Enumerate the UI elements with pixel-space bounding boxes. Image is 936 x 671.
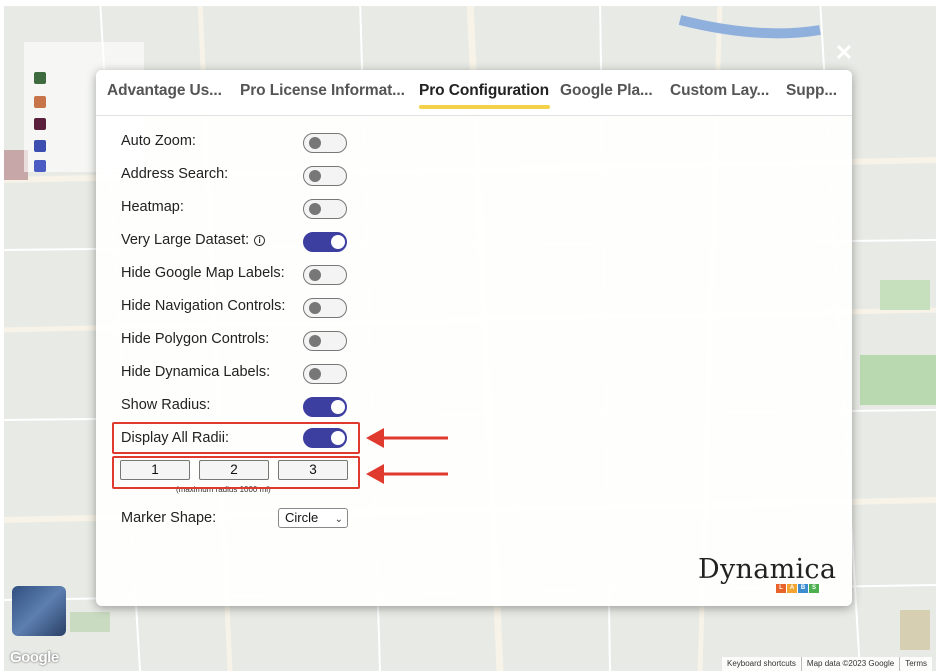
labs-letter: S <box>809 584 819 593</box>
arrow-icon <box>366 464 448 484</box>
tab-bar: Advantage Us... Pro License Informat... … <box>96 70 852 116</box>
map-attribution: Keyboard shortcuts Map data ©2023 Google… <box>721 657 932 671</box>
highlight-box <box>112 422 360 454</box>
tab-advantage-usage[interactable]: Advantage Us... <box>107 82 222 108</box>
toggle-knob <box>309 368 321 380</box>
labs-letter: A <box>787 584 797 593</box>
chevron-down-icon: ⌄ <box>334 514 343 525</box>
hide-navigation-controls-label: Hide Navigation Controls: <box>121 298 286 314</box>
tab-google-places[interactable]: Google Pla... <box>560 82 653 108</box>
very-large-dataset-toggle[interactable] <box>303 232 347 252</box>
labs-logo: L A B S <box>776 584 820 593</box>
dynamica-logo: Dynamica <box>698 554 837 585</box>
settings-modal: Advantage Us... Pro License Informat... … <box>96 70 852 606</box>
tab-pro-license-information[interactable]: Pro License Informat... <box>240 82 405 108</box>
tab-custom-layers[interactable]: Custom Lay... <box>670 82 769 108</box>
map-left-strip <box>0 0 4 671</box>
hide-dynamica-labels-label: Hide Dynamica Labels: <box>121 364 271 380</box>
keyboard-shortcuts-link[interactable]: Keyboard shortcuts <box>722 657 801 671</box>
toggle-knob <box>309 203 321 215</box>
hide-google-map-labels-toggle[interactable] <box>303 265 347 285</box>
legend-swatch <box>34 118 46 130</box>
marker-shape-label: Marker Shape: <box>121 510 217 526</box>
arrow-icon <box>366 428 448 448</box>
legend-swatch <box>34 140 46 152</box>
heatmap-label: Heatmap: <box>121 199 184 215</box>
toggle-knob <box>309 302 321 314</box>
toggle-knob <box>331 400 345 414</box>
address-search-label: Address Search: <box>121 166 229 182</box>
map-data-text: Map data ©2023 Google <box>800 657 899 671</box>
map-type-thumbnail[interactable] <box>12 586 66 636</box>
hide-polygon-controls-label: Hide Polygon Controls: <box>121 331 270 347</box>
legend-swatch <box>34 160 46 172</box>
close-icon[interactable]: ✕ <box>834 42 854 64</box>
hide-google-map-labels-label: Hide Google Map Labels: <box>121 265 285 281</box>
map-top-strip <box>0 0 936 6</box>
active-tab-indicator <box>419 105 550 109</box>
legend-swatch <box>34 72 46 84</box>
google-logo: Google <box>10 649 59 666</box>
labs-letter: B <box>798 584 808 593</box>
toggle-knob <box>331 235 345 249</box>
very-large-dataset-text: Very Large Dataset: <box>121 232 250 248</box>
show-radius-toggle[interactable] <box>303 397 347 417</box>
labs-letter: L <box>776 584 786 593</box>
toggle-knob <box>309 137 321 149</box>
auto-zoom-toggle[interactable] <box>303 133 347 153</box>
toggle-knob <box>309 269 321 281</box>
highlight-box <box>112 456 360 489</box>
address-search-toggle[interactable] <box>303 166 347 186</box>
very-large-dataset-label: Very Large Dataset: i <box>121 232 266 248</box>
terms-link[interactable]: Terms <box>899 657 932 671</box>
hide-navigation-controls-toggle[interactable] <box>303 298 347 318</box>
hide-polygon-controls-toggle[interactable] <box>303 331 347 351</box>
legend-swatch <box>34 96 46 108</box>
marker-shape-select[interactable]: Circle ⌄ <box>278 508 348 528</box>
heatmap-toggle[interactable] <box>303 199 347 219</box>
auto-zoom-label: Auto Zoom: <box>121 133 196 149</box>
hide-dynamica-labels-toggle[interactable] <box>303 364 347 384</box>
show-radius-label: Show Radius: <box>121 397 211 413</box>
tab-support[interactable]: Supp... <box>786 82 837 108</box>
marker-shape-value: Circle <box>285 510 319 525</box>
toggle-knob <box>309 335 321 347</box>
toggle-knob <box>309 170 321 182</box>
info-icon[interactable]: i <box>254 235 266 246</box>
